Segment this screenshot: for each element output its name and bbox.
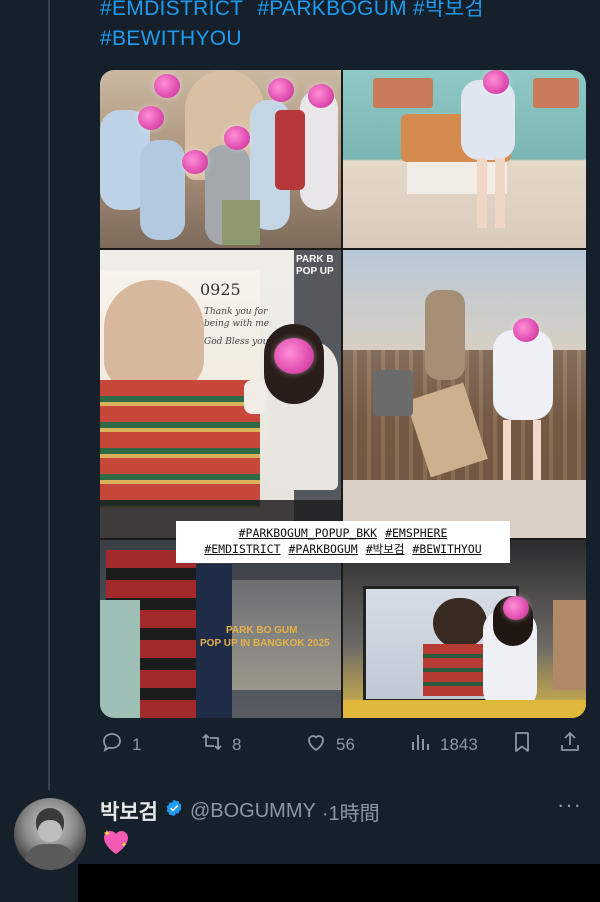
share-button[interactable]: [558, 730, 582, 759]
bottom-blackout-bar: [78, 864, 600, 902]
bookmark-button[interactable]: [510, 730, 534, 759]
collage-photo-group: [100, 70, 341, 248]
hashtag-link[interactable]: #EMDISTRICT: [100, 0, 243, 24]
tweet-action-bar: 1 8 56 1843: [100, 730, 586, 760]
tweet-image-collage[interactable]: 0925 Thank you for being with me God Ble…: [100, 70, 586, 718]
face-sticker-heart: [308, 84, 334, 108]
collage-photo-kiosk: [343, 540, 586, 718]
views-icon: [408, 730, 432, 759]
hashtag-link[interactable]: #BEWITHYOU: [100, 24, 242, 54]
face-sticker-heart: [274, 338, 314, 374]
poster-signature: 0925: [200, 280, 241, 299]
image-hashtag-overlay: #PARKBOGUM_POPUP_BKK #EMSPHERE #EMDISTRIC…: [176, 521, 510, 563]
collage-photo-railway: [343, 250, 586, 538]
view-count: 1843: [440, 734, 478, 754]
collage-photo-banner: PARK BO GUM POP UP IN BANGKOK 2025: [100, 540, 341, 718]
reply-icon: [100, 730, 124, 759]
tweet-hashtags: #EMDISTRICT #PARKBOGUM #박보검 #BEWITHYOU: [100, 0, 580, 54]
face-sticker-heart: [483, 70, 509, 94]
face-sticker-heart: [224, 126, 250, 150]
popup-sign-text: PARK B POP UP: [296, 254, 334, 277]
retweet-count: 8: [232, 734, 242, 754]
more-icon[interactable]: ···: [557, 792, 582, 818]
popup-banner-text: PARK BO GUM POP UP IN BANGKOK 2025: [200, 625, 330, 649]
share-icon: [558, 730, 582, 759]
face-sticker-heart: [138, 106, 164, 130]
like-button[interactable]: 56: [304, 730, 355, 759]
face-sticker-heart: [268, 78, 294, 102]
face-sticker-heart: [182, 150, 208, 174]
verified-badge-icon: [164, 798, 184, 824]
user-handle[interactable]: @BOGUMMY: [190, 800, 316, 823]
post-time: ·1時間: [321, 802, 380, 825]
reply-count: 1: [132, 734, 142, 754]
reply-author-row: 박보검 @BOGUMMY ·1時間: [100, 796, 380, 826]
like-icon: [304, 730, 328, 759]
hashtag-link[interactable]: #PARKBOGUM: [257, 0, 407, 24]
like-count: 56: [336, 734, 355, 754]
face-sticker-heart: [503, 596, 529, 620]
avatar[interactable]: [14, 798, 86, 870]
face-sticker-heart: [154, 74, 180, 98]
display-name[interactable]: 박보검: [100, 796, 158, 826]
hashtag-link[interactable]: #박보검: [413, 0, 484, 24]
thread-connector-line: [48, 0, 50, 790]
reply-button[interactable]: 1: [100, 730, 141, 759]
views-button[interactable]: 1843: [408, 730, 478, 759]
retweet-button[interactable]: 8: [200, 730, 241, 759]
collage-photo-train: [343, 70, 586, 248]
retweet-icon: [200, 730, 224, 759]
bookmark-icon: [510, 730, 534, 759]
collage-photo-poster: 0925 Thank you for being with me God Ble…: [100, 250, 341, 538]
face-sticker-heart: [513, 318, 539, 342]
sparkling-heart-icon: [100, 826, 132, 858]
